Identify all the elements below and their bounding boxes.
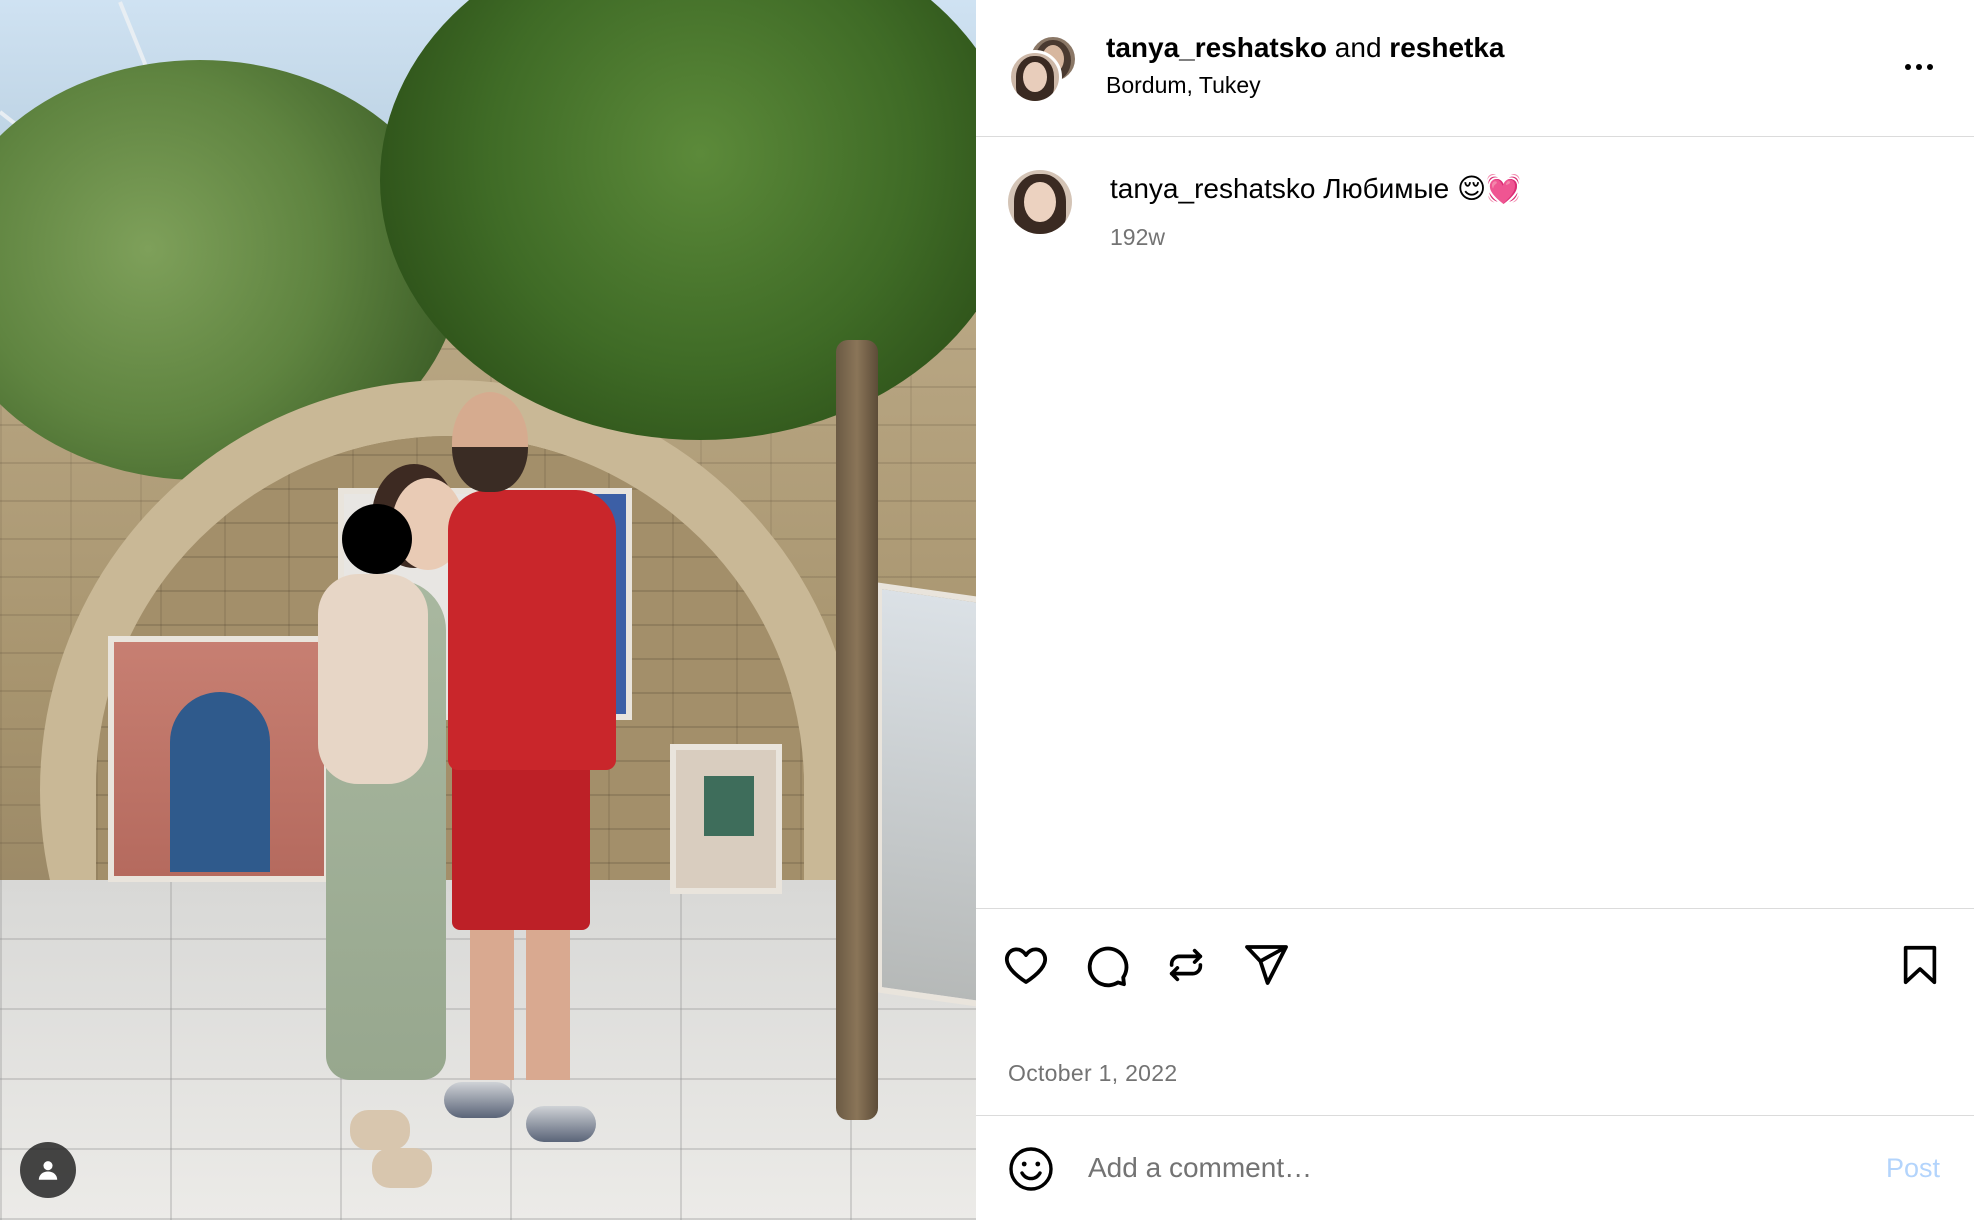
- heart-icon: [1005, 947, 1047, 984]
- more-dots-icon: [1927, 64, 1933, 70]
- post-comment-button[interactable]: Post: [1886, 1146, 1940, 1190]
- paper-plane-icon: [1245, 945, 1288, 985]
- caption-text: tanya_reshatsko Любимые 😌💓: [1110, 170, 1521, 208]
- avatar[interactable]: [1008, 170, 1072, 234]
- photo-face-redaction: [342, 504, 412, 574]
- avatar[interactable]: [1008, 50, 1062, 104]
- photo-painting-window: [670, 744, 782, 894]
- photo-sandal: [372, 1148, 432, 1188]
- caption-username-link[interactable]: tanya_reshatsko: [1110, 173, 1315, 204]
- avatar-face: [1024, 181, 1056, 223]
- bookmark-icon: [1903, 945, 1937, 985]
- comment-button[interactable]: [1080, 939, 1132, 991]
- caption-timestamp[interactable]: 192w: [1110, 222, 1165, 252]
- avatar-face: [1023, 61, 1047, 93]
- author-username-link[interactable]: tanya_reshatsko: [1106, 32, 1327, 63]
- tagged-users-button[interactable]: [20, 1142, 76, 1198]
- post-photo[interactable]: [0, 0, 976, 1220]
- caption-message: Любимые 😌💓: [1323, 173, 1522, 204]
- photo-painting-portrait: [876, 582, 976, 1008]
- caption-area: tanya_reshatsko Любимые 😌💓 192w: [976, 138, 1974, 908]
- more-dots-icon: [1905, 64, 1911, 70]
- share-button[interactable]: [1240, 939, 1292, 991]
- post-header: tanya_reshatsko and reshetka Bordum, Tuk…: [976, 0, 1974, 137]
- photo-person-man-shorts: [452, 760, 590, 930]
- photo-person-man-legs: [470, 920, 570, 1080]
- photo-sneaker: [526, 1106, 596, 1142]
- save-button[interactable]: [1894, 939, 1946, 991]
- like-button[interactable]: [1000, 939, 1052, 991]
- coauthor-username-link[interactable]: reshetka: [1389, 32, 1504, 63]
- repost-button[interactable]: [1160, 939, 1212, 991]
- more-dots-icon: [1916, 64, 1922, 70]
- comment-bar: Post: [976, 1115, 1974, 1220]
- post-authors: tanya_reshatsko and reshetka: [1106, 30, 1504, 66]
- photo-tree-trunk: [836, 340, 878, 1120]
- authors-joiner: and: [1334, 32, 1382, 63]
- action-bar: [976, 908, 1974, 1018]
- post-date[interactable]: October 1, 2022: [1008, 1058, 1177, 1088]
- photo-person-man-head: [452, 392, 528, 492]
- more-options-button[interactable]: [1896, 44, 1942, 90]
- photo-sneaker: [444, 1082, 514, 1118]
- smiley-icon: [1009, 1147, 1053, 1191]
- photo-sandal: [350, 1110, 410, 1150]
- collab-avatars[interactable]: [1008, 34, 1078, 104]
- post-details-panel: tanya_reshatsko and reshetka Bordum, Tuk…: [976, 0, 1974, 1220]
- post-viewer: tanya_reshatsko and reshetka Bordum, Tuk…: [0, 0, 1974, 1220]
- emoji-button[interactable]: [1006, 1144, 1056, 1194]
- repost-icon: [1169, 948, 1203, 982]
- photo-person-man-shirt: [448, 490, 616, 770]
- photo-painting-door: [108, 636, 330, 882]
- person-icon: [38, 1161, 58, 1180]
- comment-input[interactable]: [1088, 1140, 1788, 1196]
- location-link[interactable]: Bordum, Tukey: [1106, 70, 1261, 100]
- speech-bubble-icon: [1087, 946, 1129, 988]
- photo-person-child: [318, 574, 428, 784]
